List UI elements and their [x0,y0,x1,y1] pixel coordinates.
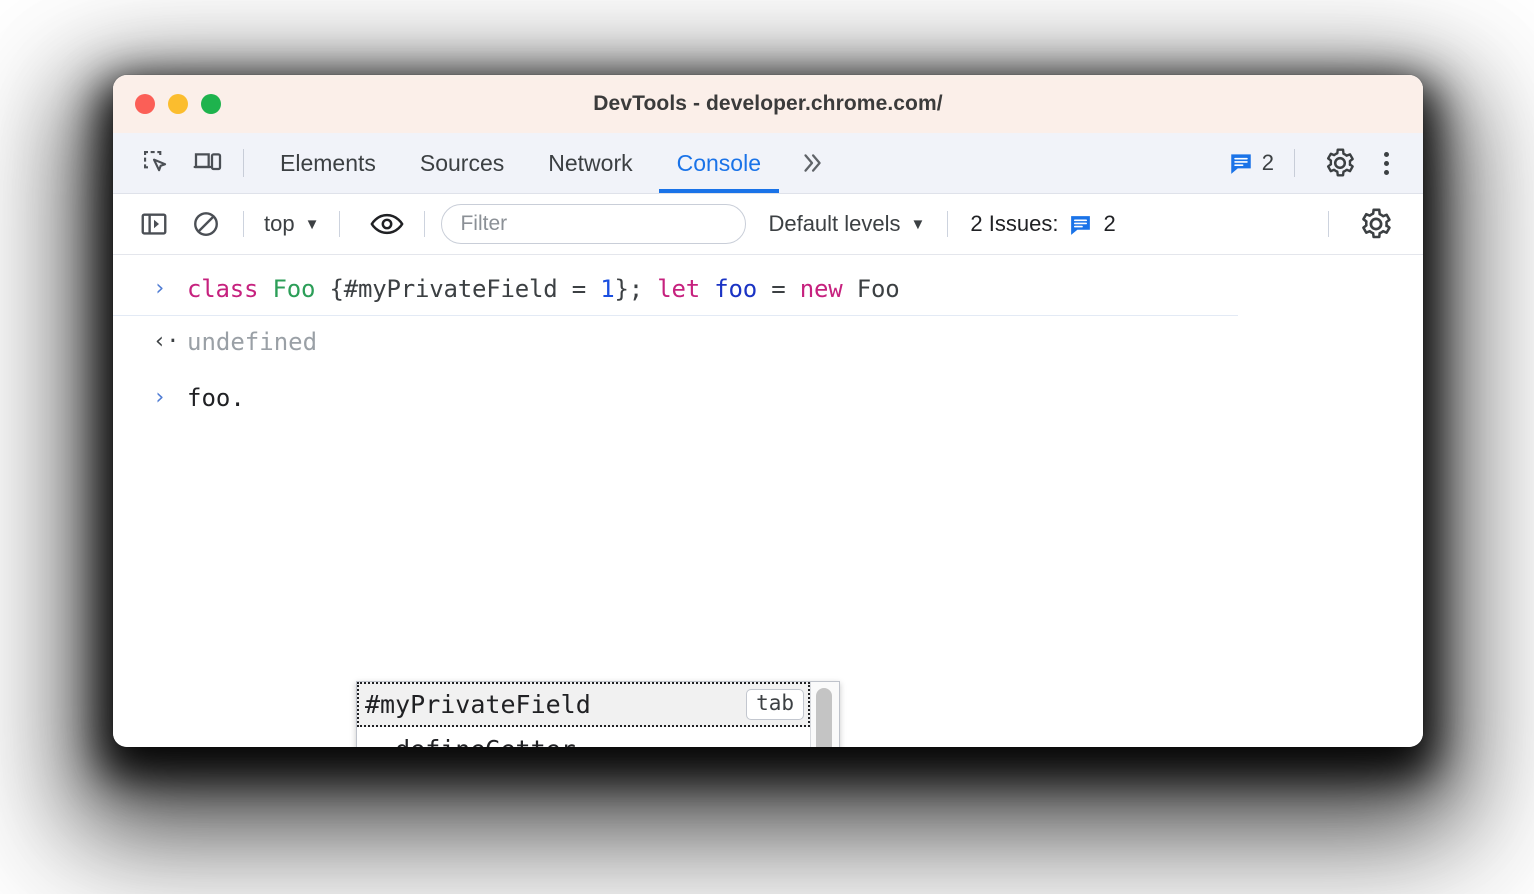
console-toolbar-divider-5 [1328,211,1329,237]
console-input-code: class Foo {#myPrivateField = 1}; let foo… [187,275,900,303]
code-token: = [757,275,800,303]
traffic-light-buttons [135,75,221,133]
close-window-button[interactable] [135,94,155,114]
console-prompt-text: foo. [187,384,245,412]
window-title: DevTools - developer.chrome.com/ [593,92,943,115]
show-console-sidebar-icon[interactable] [133,203,175,245]
devtools-tabstrip: Elements Sources Network Console 2 [113,133,1423,194]
console-output-value: undefined [187,328,318,356]
console-toolbar-divider-4 [947,211,949,237]
log-levels-selector[interactable]: Default levels ▼ [768,211,925,237]
javascript-context-selector[interactable]: top ▼ [260,211,323,237]
maximize-window-button[interactable] [201,94,221,114]
autocomplete-list: #myPrivateField tab __defineGetter__ __d… [357,682,810,747]
console-prompt[interactable]: › foo. [113,372,1423,424]
issues-counter-button[interactable]: 2 [1222,150,1280,176]
inspect-element-icon[interactable] [135,142,177,184]
tab-console[interactable]: Console [655,133,783,193]
tabstrip-right-divider [1294,149,1295,177]
tab-network[interactable]: Network [526,133,654,193]
gear-icon[interactable] [1319,142,1361,184]
output-return-arrow-icon: ‹· [153,329,180,354]
autocomplete-scrollbar[interactable] [810,682,839,747]
code-token: class [187,275,259,303]
minimize-window-button[interactable] [168,94,188,114]
tab-sources[interactable]: Sources [398,133,526,193]
issues-count-label: 2 [1261,150,1274,175]
code-token: 1 [600,275,615,303]
device-toolbar-icon[interactable] [187,142,229,184]
console-toolbar-divider-3 [424,211,426,237]
tab-elements[interactable]: Elements [258,133,398,193]
console-output-message: ‹· undefined [113,316,1423,368]
console-toolbar: top ▼ Default levels ▼ 2 Issues: [113,194,1423,255]
issues-summary-label: 2 Issues: [970,211,1059,236]
screenshot-stage: DevTools - developer.chrome.com/ Element… [0,0,1534,894]
tab-sources-label: Sources [419,149,505,176]
tab-network-label: Network [548,149,633,176]
autocomplete-scrollbar-thumb[interactable] [816,688,832,747]
console-input-message[interactable]: › class Foo {#myPrivateField = 1}; let f… [113,263,1238,316]
autocomplete-popup[interactable]: #myPrivateField tab __defineGetter__ __d… [356,681,840,747]
console-settings-gear-icon[interactable] [1355,203,1397,245]
kebab-menu-icon[interactable] [1369,143,1403,183]
console-message-list: › class Foo {#myPrivateField = 1}; let f… [113,255,1423,747]
issues-summary-button[interactable]: 2 Issues: 2 [970,211,1115,237]
context-label: top [264,211,295,236]
window-titlebar: DevTools - developer.chrome.com/ [113,75,1423,133]
clear-console-icon[interactable] [185,203,227,245]
console-toolbar-divider-1 [243,211,244,237]
chevron-down-icon: ▼ [910,215,926,233]
issues-message-icon [1228,150,1254,176]
autocomplete-tab-hint: tab [746,689,804,720]
filter-input[interactable] [441,204,747,244]
code-token: new [799,275,843,303]
issues-message-icon [1068,212,1093,237]
tabstrip-right-actions: 2 [1222,142,1423,184]
autocomplete-item[interactable]: __defineGetter__ [357,727,810,747]
devtools-window: DevTools - developer.chrome.com/ Element… [113,75,1423,747]
prompt-arrow-icon: › [153,385,167,410]
code-token: foo [714,275,757,303]
issues-summary-count: 2 [1103,211,1116,236]
autocomplete-item-label: #myPrivateField [365,690,591,719]
input-prompt-arrow-icon: › [153,276,167,301]
console-toolbar-divider-2 [339,211,341,237]
chevron-down-icon: ▼ [304,215,320,233]
code-token: {#myPrivateField = [315,275,601,303]
log-levels-label: Default levels [768,211,901,236]
more-tabs-chevron-icon[interactable] [783,150,841,176]
code-token: let [657,275,700,303]
code-token: Foo [842,275,900,303]
autocomplete-item-label: __defineGetter__ [365,735,606,747]
tab-console-label: Console [676,149,761,176]
autocomplete-item-selected[interactable]: #myPrivateField tab [357,682,810,727]
code-token: }; [614,275,658,303]
console-toolbar-right [1312,203,1423,245]
eye-icon[interactable] [366,203,408,245]
tabstrip-divider [243,149,244,177]
code-token: Foo [272,275,316,303]
tab-elements-label: Elements [280,149,376,176]
